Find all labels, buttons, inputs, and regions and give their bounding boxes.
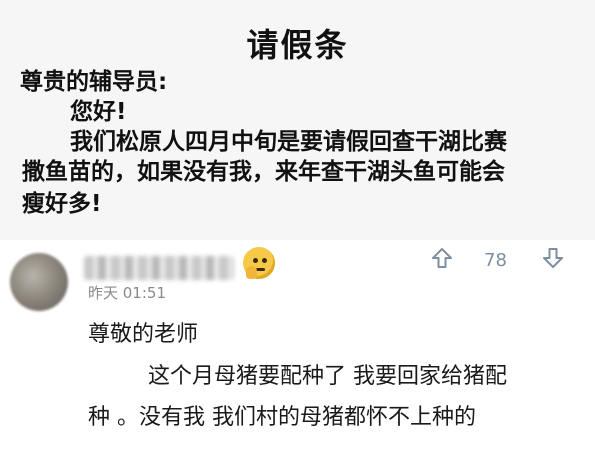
username-blurred[interactable] [84,256,234,280]
comment-line-1: 尊敬的老师 [88,322,199,347]
note-title: 请假条 [246,26,349,64]
like-count: 78 [484,250,507,271]
avatar[interactable] [10,253,68,311]
comment-item: 昨天 01:51 78 尊敬的老师 这个月母猪要配种了 我要回家给猪配 种 。没… [0,240,595,456]
arrow-down-icon[interactable] [541,246,565,270]
comment-line-2: 这个月母猪要配种了 我要回家给猪配 [148,364,507,389]
arrow-up-icon[interactable] [430,246,454,270]
note-body-line-3: 瘦好多! [22,191,102,217]
note-salutation: 尊贵的辅导员: [20,69,168,95]
comment-line-3: 种 。没有我 我们村的母猪都怀不上种的 [88,405,476,430]
thinking-face-emoji-icon [243,247,275,279]
note-body-line-1: 我们松原人四月中旬是要请假回查干湖比赛 [70,129,507,155]
note-body-line-2: 撒鱼苗的，如果没有我，来年查干湖头鱼可能会 [22,159,505,185]
leave-note-image: 请假条 尊贵的辅导员: 您好! 我们松原人四月中旬是要请假回查干湖比赛 撒鱼苗的… [0,0,595,240]
note-greeting: 您好! [70,99,127,125]
comment-timestamp: 昨天 01:51 [88,284,166,302]
